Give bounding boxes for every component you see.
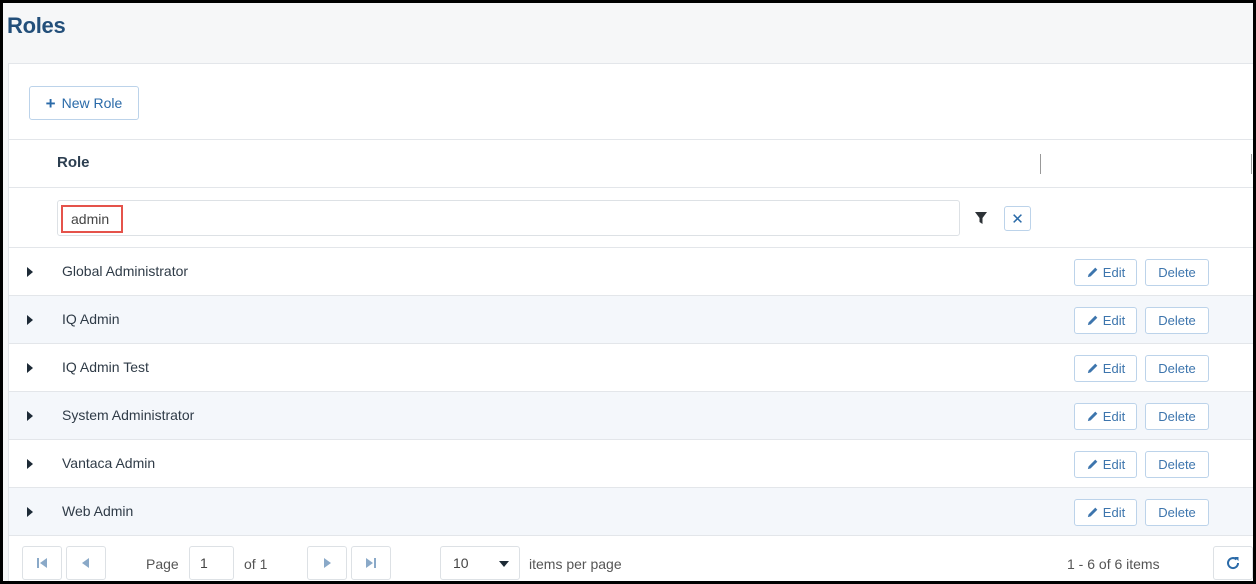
roles-list: Global Administrator Edit Delete IQ Admin Ed… bbox=[9, 248, 1253, 536]
delete-label: Delete bbox=[1158, 457, 1196, 472]
delete-button[interactable]: Delete bbox=[1145, 451, 1209, 478]
pencil-icon bbox=[1087, 459, 1098, 470]
first-page-icon bbox=[37, 558, 47, 568]
edit-label: Edit bbox=[1102, 505, 1126, 520]
expand-row-icon[interactable] bbox=[27, 459, 33, 469]
pencil-icon bbox=[1087, 267, 1098, 278]
column-header-role[interactable]: Role bbox=[57, 154, 90, 171]
roles-grid-panel: + New Role Role admin ✕ Global Administr… bbox=[8, 63, 1253, 581]
table-row: System Administrator Edit Delete bbox=[9, 392, 1253, 440]
delete-label: Delete bbox=[1158, 505, 1196, 520]
items-per-page-label: items per page bbox=[529, 556, 622, 572]
edit-label: Edit bbox=[1102, 313, 1126, 328]
expand-row-icon[interactable] bbox=[27, 363, 33, 373]
last-page-button[interactable] bbox=[351, 546, 391, 580]
edit-label: Edit bbox=[1102, 265, 1126, 280]
edit-button[interactable]: Edit bbox=[1074, 259, 1137, 286]
next-page-button[interactable] bbox=[307, 546, 347, 580]
next-page-icon bbox=[324, 558, 331, 568]
edit-button[interactable]: Edit bbox=[1074, 499, 1137, 526]
filter-value-highlight: admin bbox=[61, 205, 123, 233]
grid-pager: Page 1 of 1 10 items per page 1 - 6 of 6… bbox=[9, 536, 1253, 581]
pager-summary: 1 - 6 of 6 items bbox=[1067, 556, 1160, 572]
edit-button[interactable]: Edit bbox=[1074, 403, 1137, 430]
grid-column-header: Role bbox=[9, 140, 1253, 188]
column-resize-handle[interactable] bbox=[1251, 154, 1252, 174]
delete-label: Delete bbox=[1158, 409, 1196, 424]
expand-row-icon[interactable] bbox=[27, 267, 33, 277]
edit-label: Edit bbox=[1102, 457, 1126, 472]
expand-row-icon[interactable] bbox=[27, 411, 33, 421]
filter-icon[interactable] bbox=[973, 210, 989, 226]
last-page-icon bbox=[366, 558, 376, 568]
delete-label: Delete bbox=[1158, 361, 1196, 376]
role-name: IQ Admin Test bbox=[62, 359, 149, 375]
table-row: Vantaca Admin Edit Delete bbox=[9, 440, 1253, 488]
delete-button[interactable]: Delete bbox=[1145, 499, 1209, 526]
edit-label: Edit bbox=[1102, 361, 1126, 376]
table-row: IQ Admin Test Edit Delete bbox=[9, 344, 1253, 392]
edit-label: Edit bbox=[1102, 409, 1126, 424]
chevron-down-icon bbox=[499, 561, 509, 567]
delete-button[interactable]: Delete bbox=[1145, 355, 1209, 382]
table-row: Global Administrator Edit Delete bbox=[9, 248, 1253, 296]
refresh-icon bbox=[1227, 557, 1240, 570]
edit-button[interactable]: Edit bbox=[1074, 307, 1137, 334]
previous-page-icon bbox=[82, 558, 89, 568]
first-page-button[interactable] bbox=[22, 546, 62, 580]
refresh-button[interactable] bbox=[1213, 546, 1253, 580]
page-size-select[interactable]: 10 bbox=[440, 546, 520, 580]
clear-filter-button[interactable]: ✕ bbox=[1004, 206, 1031, 231]
previous-page-button[interactable] bbox=[66, 546, 106, 580]
role-name: Global Administrator bbox=[62, 263, 189, 279]
close-icon: ✕ bbox=[1011, 210, 1024, 228]
plus-icon: + bbox=[45, 93, 56, 113]
delete-label: Delete bbox=[1158, 265, 1196, 280]
pencil-icon bbox=[1087, 507, 1098, 518]
expand-row-icon[interactable] bbox=[27, 507, 33, 517]
current-page-input[interactable]: 1 bbox=[189, 546, 234, 580]
grid-toolbar: + New Role bbox=[9, 64, 1253, 140]
expand-row-icon[interactable] bbox=[27, 315, 33, 325]
role-name: Web Admin bbox=[62, 503, 134, 519]
edit-button[interactable]: Edit bbox=[1074, 355, 1137, 382]
page-count-label: of 1 bbox=[244, 556, 268, 572]
page-size-value: 10 bbox=[453, 555, 469, 571]
pencil-icon bbox=[1087, 315, 1098, 326]
delete-button[interactable]: Delete bbox=[1145, 307, 1209, 334]
page-label: Page bbox=[146, 556, 179, 572]
page-title: Roles bbox=[7, 13, 66, 38]
filter-row: admin ✕ bbox=[9, 188, 1253, 248]
roles-window: Roles + New Role Role admin ✕ Global Adm… bbox=[0, 0, 1256, 584]
new-role-button[interactable]: + New Role bbox=[29, 86, 139, 120]
role-name: Vantaca Admin bbox=[62, 455, 156, 471]
new-role-label: New Role bbox=[61, 95, 123, 111]
role-filter-input[interactable]: admin bbox=[57, 200, 960, 236]
role-name: System Administrator bbox=[62, 407, 195, 423]
delete-button[interactable]: Delete bbox=[1145, 403, 1209, 430]
column-resize-handle[interactable] bbox=[1040, 154, 1041, 174]
pencil-icon bbox=[1087, 363, 1098, 374]
table-row: Web Admin Edit Delete bbox=[9, 488, 1253, 536]
delete-label: Delete bbox=[1158, 313, 1196, 328]
table-row: IQ Admin Edit Delete bbox=[9, 296, 1253, 344]
pencil-icon bbox=[1087, 411, 1098, 422]
edit-button[interactable]: Edit bbox=[1074, 451, 1137, 478]
delete-button[interactable]: Delete bbox=[1145, 259, 1209, 286]
role-name: IQ Admin bbox=[62, 311, 120, 327]
